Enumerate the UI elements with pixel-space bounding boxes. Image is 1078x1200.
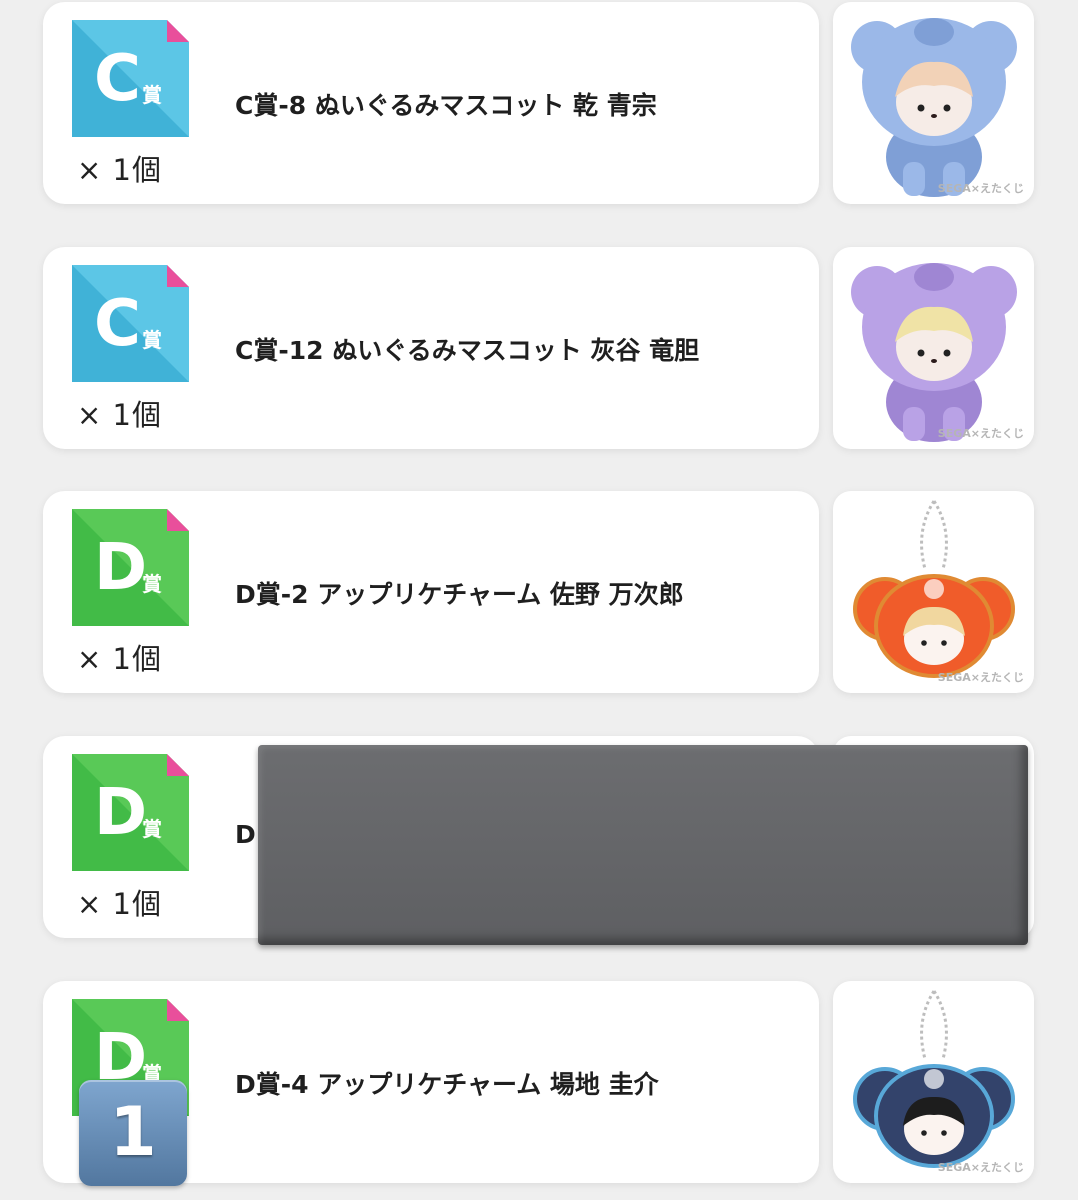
quantity-label: × 1個 — [77, 153, 162, 187]
prize-grade-icon: C賞 — [72, 20, 189, 137]
thumbnail-watermark: SEGA×えたくじ — [937, 182, 1024, 195]
prize-row[interactable]: C 賞 × 1個 C賞-8 ぬいぐるみマスコット 乾 青宗 SEGA×えたくじ — [0, 2, 1078, 204]
quantity-label: × 1個 — [77, 398, 162, 432]
prize-name: C賞-8 ぬいぐるみマスコット 乾 青宗 — [235, 91, 657, 120]
applique-charm-orange-icon — [833, 491, 1034, 693]
prize-name: D賞-4 アップリケチャーム 場地 圭介 — [235, 1070, 659, 1099]
grade-letter: D — [94, 776, 147, 850]
draw-count-badge: 1 — [79, 1080, 187, 1186]
prize-card[interactable]: C 賞 × 1個 C賞-8 ぬいぐるみマスコット 乾 青宗 — [43, 2, 819, 204]
grade-badge: C賞 — [72, 265, 189, 382]
thumbnail-watermark: SEGA×えたくじ — [937, 427, 1024, 440]
prize-grade-icon: C賞 — [72, 265, 189, 382]
quantity-label: × 1個 — [77, 642, 162, 676]
prize-thumbnail[interactable]: SEGA×えたくじ — [833, 491, 1034, 693]
grade-suffix: 賞 — [142, 817, 162, 841]
quantity-label: × 1個 — [77, 887, 162, 921]
thumbnail-watermark: SEGA×えたくじ — [937, 671, 1024, 684]
prize-grade-icon: D賞 — [72, 509, 189, 626]
prize-name: C賞-12 ぬいぐるみマスコット 灰谷 竜胆 — [235, 336, 700, 365]
grade-suffix: 賞 — [142, 83, 162, 107]
prize-card[interactable]: D 賞 × 1個 D賞-2 アップリケチャーム 佐野 万次郎 — [43, 491, 819, 693]
redaction-block — [258, 745, 1028, 945]
grade-badge: C賞 — [72, 20, 189, 137]
grade-badge: D賞 — [72, 754, 189, 871]
prize-thumbnail[interactable]: SEGA×えたくじ — [833, 247, 1034, 449]
thumbnail-watermark: SEGA×えたくじ — [937, 1161, 1024, 1174]
grade-letter: C — [94, 287, 141, 361]
plush-mascot-purple-bear-icon — [833, 247, 1034, 449]
prize-thumbnail[interactable]: SEGA×えたくじ — [833, 981, 1034, 1183]
grade-suffix: 賞 — [142, 328, 162, 352]
plush-mascot-blue-bear-icon — [833, 2, 1034, 204]
prize-name: D賞-2 アップリケチャーム 佐野 万次郎 — [235, 580, 684, 609]
prize-row[interactable]: D 賞 × 1個 D賞-2 アップリケチャーム 佐野 万次郎 SEGA×えたくじ — [0, 491, 1078, 693]
prize-thumbnail[interactable]: SEGA×えたくじ — [833, 2, 1034, 204]
grade-badge: D賞 — [72, 509, 189, 626]
grade-letter: C — [94, 42, 141, 116]
prize-card[interactable]: C 賞 × 1個 C賞-12 ぬいぐるみマスコット 灰谷 竜胆 — [43, 247, 819, 449]
prize-row[interactable]: C 賞 × 1個 C賞-12 ぬいぐるみマスコット 灰谷 竜胆 SEGA×えたくじ — [0, 247, 1078, 449]
applique-charm-navy-icon — [833, 981, 1034, 1183]
prize-name: D — [235, 820, 256, 849]
prize-grade-icon: D賞 — [72, 754, 189, 871]
grade-suffix: 賞 — [142, 572, 162, 596]
grade-letter: D — [94, 531, 147, 605]
